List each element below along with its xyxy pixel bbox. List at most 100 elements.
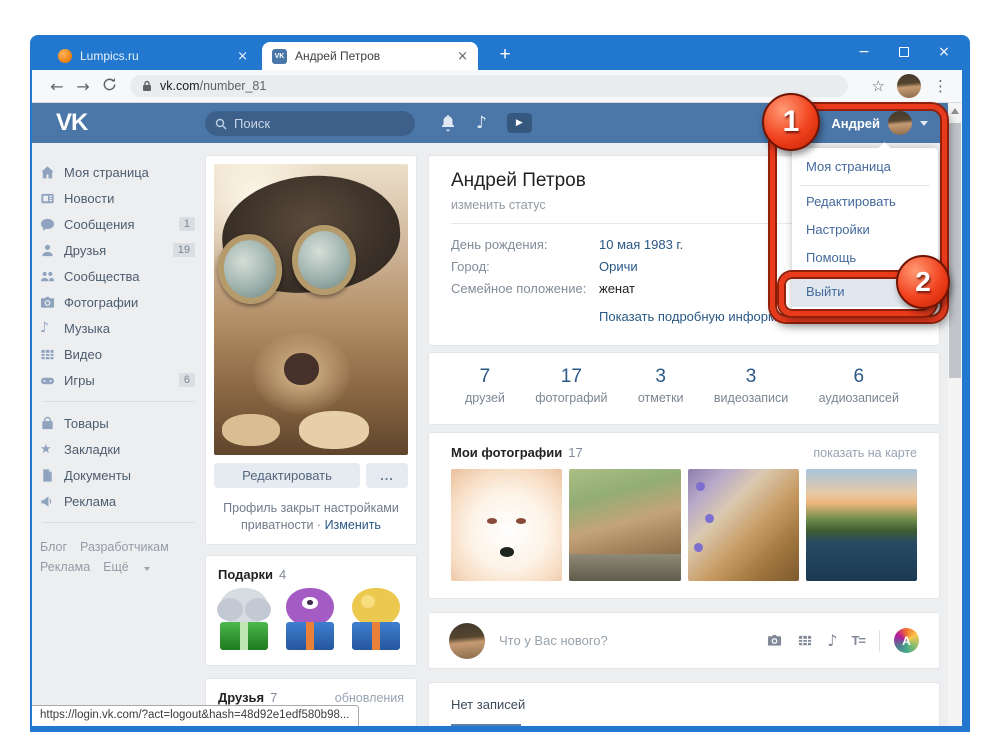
marital-status-value: женат bbox=[599, 281, 636, 296]
sidebar-item-friends[interactable]: Друзья 19 bbox=[40, 237, 197, 263]
attach-video-icon[interactable] bbox=[797, 633, 813, 648]
video-play-icon[interactable]: ▶ bbox=[506, 113, 532, 133]
counter-tags[interactable]: 3 отметки bbox=[638, 366, 684, 405]
address-bar[interactable]: vk.com/number_81 bbox=[130, 75, 848, 97]
sidebar-item-music[interactable]: ♪ Музыка bbox=[40, 315, 197, 341]
photo-thumbnail-dog[interactable] bbox=[687, 469, 799, 581]
sidebar-item-bookmarks[interactable]: ★ Закладки bbox=[40, 436, 197, 462]
wall-tab-underline bbox=[451, 724, 521, 726]
footer-link-developers[interactable]: Разработчикам bbox=[80, 540, 169, 554]
maximize-button[interactable] bbox=[884, 35, 924, 70]
refresh-button[interactable] bbox=[96, 77, 122, 96]
gifts-title[interactable]: Подарки bbox=[218, 567, 273, 582]
gift-item[interactable] bbox=[348, 588, 404, 650]
composer-input[interactable]: Что у Вас нового? bbox=[499, 633, 608, 648]
gift-item[interactable] bbox=[282, 588, 338, 650]
notifications-bell-icon[interactable] bbox=[440, 114, 456, 132]
footer-link-more[interactable]: Ещё bbox=[103, 560, 129, 574]
profile-name: Андрей Петров bbox=[451, 170, 586, 191]
tab-close-icon[interactable]: × bbox=[457, 50, 468, 63]
sidebar-item-my-page[interactable]: Моя страница bbox=[40, 159, 197, 185]
back-button[interactable]: ← bbox=[44, 77, 70, 96]
more-options-button[interactable]: ... bbox=[366, 463, 408, 488]
composer-divider bbox=[879, 629, 880, 652]
footer-link-blog[interactable]: Блог bbox=[40, 540, 67, 554]
close-window-button[interactable]: × bbox=[924, 35, 964, 70]
new-tab-button[interactable]: + bbox=[492, 43, 518, 67]
counter-label: аудиозаписей bbox=[818, 391, 899, 405]
attach-photo-icon[interactable] bbox=[766, 633, 783, 648]
browser-window: Lumpics.ru × VK Андрей Петров × + − × ← … bbox=[30, 35, 970, 732]
person-icon bbox=[40, 243, 64, 258]
counter-photos[interactable]: 17 фотографий bbox=[535, 366, 607, 405]
photo-thumbnail-fox[interactable] bbox=[451, 469, 563, 581]
profile-photo[interactable] bbox=[214, 164, 408, 455]
sidebar-item-photos[interactable]: Фотографии bbox=[40, 289, 197, 315]
birthday-link[interactable]: 10 мая 1983 г. bbox=[599, 237, 683, 252]
friends-title[interactable]: Друзья bbox=[218, 690, 264, 705]
counter-audios[interactable]: 6 аудиозаписей bbox=[819, 366, 899, 405]
sidebar-item-label: Моя страница bbox=[64, 164, 149, 180]
document-icon bbox=[40, 468, 64, 483]
attach-audio-icon[interactable]: ♪ bbox=[827, 631, 837, 650]
sidebar-item-label: Закладки bbox=[64, 441, 121, 457]
privacy-change-link[interactable]: Изменить bbox=[325, 518, 381, 532]
sidebar-item-label: Реклама bbox=[64, 493, 117, 509]
forward-button[interactable]: → bbox=[70, 77, 96, 96]
sidebar-item-communities[interactable]: Сообщества bbox=[40, 263, 197, 289]
games-badge: 6 bbox=[178, 373, 195, 387]
vk-apps-icon[interactable]: A bbox=[894, 628, 919, 653]
sidebar-item-video[interactable]: Видео bbox=[40, 341, 197, 367]
sidebar-item-games[interactable]: Игры 6 bbox=[40, 367, 197, 393]
sidebar-item-label: Сообщества bbox=[64, 268, 140, 284]
photos-count: 17 bbox=[568, 445, 583, 460]
attach-article-icon[interactable]: T= bbox=[851, 633, 866, 648]
annotation-step-2: 2 bbox=[896, 255, 950, 309]
url-host: vk.com bbox=[160, 79, 200, 93]
tab-lumpics[interactable]: Lumpics.ru × bbox=[48, 42, 258, 70]
sidebar-item-documents[interactable]: Документы bbox=[40, 462, 197, 488]
tab-vk-profile[interactable]: VK Андрей Петров × bbox=[262, 42, 478, 70]
edit-profile-button[interactable]: Редактировать bbox=[214, 463, 360, 488]
photo-thumbnail-landscape[interactable] bbox=[805, 469, 917, 581]
sidebar-footer: Блог Разработчикам Реклама Ещё bbox=[40, 537, 197, 577]
minimize-button[interactable]: − bbox=[844, 35, 884, 70]
wall-empty-tab[interactable]: Нет записей bbox=[451, 697, 525, 712]
vk-favicon-icon: VK bbox=[272, 48, 287, 64]
sidebar-item-messages[interactable]: Сообщения 1 bbox=[40, 211, 197, 237]
sidebar-item-label: Друзья bbox=[64, 242, 107, 258]
sidebar-item-market[interactable]: Товары bbox=[40, 410, 197, 436]
tab-close-icon[interactable]: × bbox=[237, 50, 248, 63]
gift-item[interactable] bbox=[216, 588, 272, 650]
search-input[interactable]: Поиск bbox=[205, 111, 415, 136]
film-icon bbox=[40, 347, 64, 362]
sidebar-item-news[interactable]: Новости bbox=[40, 185, 197, 211]
privacy-note: Профиль закрыт настройками приватности ·… bbox=[216, 500, 406, 534]
messages-badge: 1 bbox=[178, 217, 195, 231]
change-status-link[interactable]: изменить статус bbox=[451, 198, 546, 212]
sidebar-item-label: Музыка bbox=[64, 320, 110, 336]
profile-photo-card: Редактировать ... Профиль закрыт настрой… bbox=[205, 155, 417, 545]
music-note-icon: ♪ bbox=[40, 320, 49, 336]
counter-label: фотографий bbox=[535, 391, 608, 405]
sidebar-item-ads[interactable]: Реклама bbox=[40, 488, 197, 514]
counter-videos[interactable]: 3 видеозаписи bbox=[714, 366, 788, 405]
gifts-card: Подарки 4 bbox=[205, 555, 417, 666]
browser-profile-avatar[interactable] bbox=[897, 74, 921, 98]
browser-menu-icon[interactable]: ⋮ bbox=[933, 77, 948, 95]
vk-logo[interactable]: VK bbox=[56, 109, 88, 137]
counter-friends[interactable]: 7 друзей bbox=[465, 366, 505, 405]
scrollbar-thumb[interactable] bbox=[949, 123, 961, 378]
city-link[interactable]: Оричи bbox=[599, 259, 638, 274]
footer-link-ads[interactable]: Реклама bbox=[40, 560, 90, 574]
photos-title[interactable]: Мои фотографии bbox=[451, 445, 562, 460]
photo-thumbnail-cub[interactable] bbox=[569, 469, 681, 581]
star-icon: ★ bbox=[40, 441, 52, 457]
music-icon[interactable]: ♪ bbox=[476, 113, 487, 133]
gamepad-icon bbox=[40, 373, 64, 388]
bookmark-star-icon[interactable]: ☆ bbox=[872, 77, 885, 95]
friends-updates-link[interactable]: обновления bbox=[335, 691, 404, 705]
page-scrollbar[interactable] bbox=[948, 103, 962, 726]
show-on-map-link[interactable]: показать на карте bbox=[813, 446, 917, 460]
scroll-up-arrow-icon[interactable] bbox=[951, 108, 959, 114]
